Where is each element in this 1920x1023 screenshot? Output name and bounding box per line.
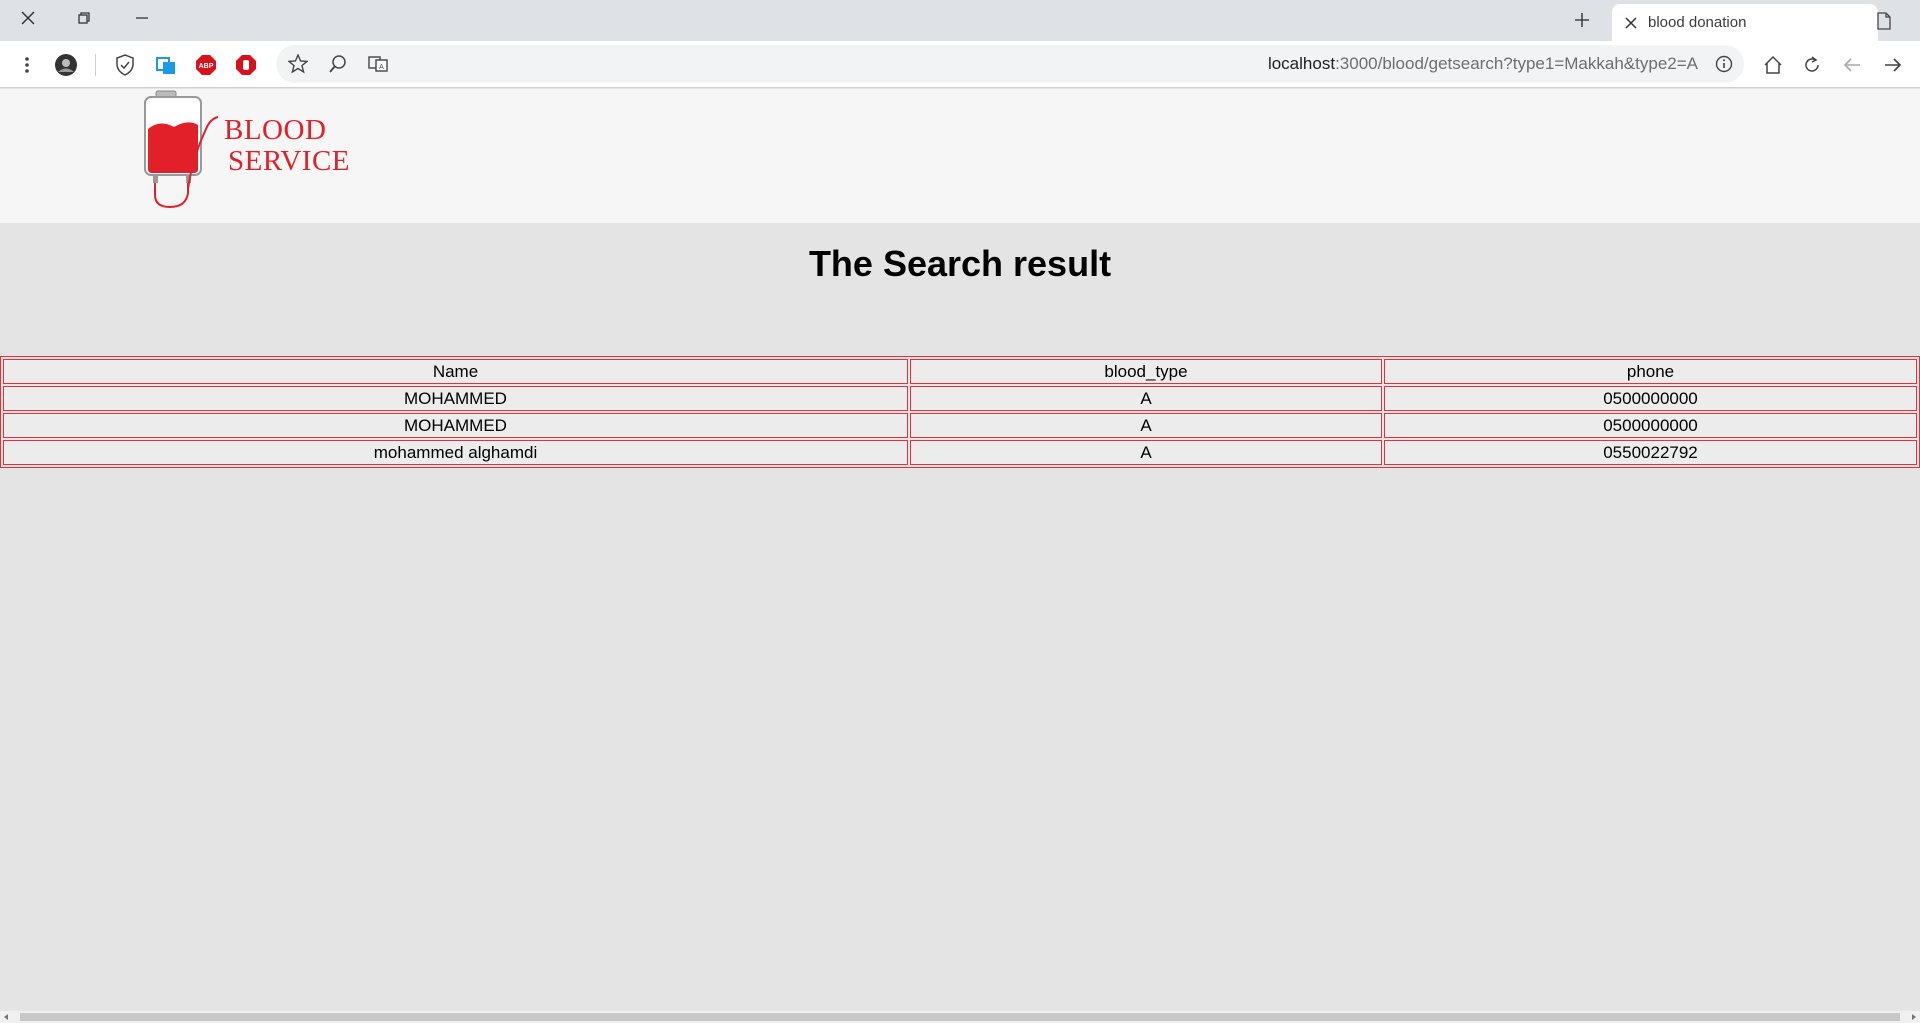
tab-close-button[interactable] xyxy=(1620,12,1642,34)
table-row: MOHAMMED A 0500000000 xyxy=(3,386,1917,411)
url-host: localhost xyxy=(1267,54,1336,73)
search-results-table: Name blood_type phone MOHAMMED A 0500000… xyxy=(0,356,1920,468)
table-header-row: Name blood_type phone xyxy=(3,359,1917,384)
address-bar[interactable]: A localhost:3000/blood/getsearch?type1=M… xyxy=(276,45,1744,83)
window-restore-button[interactable] xyxy=(56,0,112,36)
url-text[interactable]: localhost:3000/blood/getsearch?type1=Mak… xyxy=(1268,54,1698,74)
cell-phone: 0550022792 xyxy=(1384,440,1917,465)
forward-icon[interactable] xyxy=(1881,53,1905,77)
minimize-icon xyxy=(136,17,148,19)
toolbar-separator xyxy=(95,54,96,76)
home-icon[interactable] xyxy=(1761,53,1785,77)
close-icon xyxy=(21,11,35,25)
close-icon xyxy=(1625,16,1637,29)
svg-text:ABP: ABP xyxy=(199,63,214,70)
scrollbar-thumb[interactable] xyxy=(20,1013,1900,1021)
reload-icon[interactable] xyxy=(1800,53,1824,77)
column-header-name: Name xyxy=(3,359,908,384)
window-close-button[interactable] xyxy=(0,0,56,36)
cell-name: mohammed alghamdi xyxy=(3,440,908,465)
url-path: :3000/blood/getsearch?type1=Makkah&type2… xyxy=(1335,54,1698,73)
page-icon xyxy=(1874,10,1894,32)
cell-name: MOHAMMED xyxy=(3,386,908,411)
adblock-icon[interactable]: ABP xyxy=(194,53,218,77)
tab-strip: blood donation xyxy=(0,0,1920,41)
table-row: MOHAMMED A 0500000000 xyxy=(3,413,1917,438)
tab-title: blood donation xyxy=(1648,14,1747,31)
horizontal-scrollbar[interactable] xyxy=(0,1011,1920,1023)
browser-toolbar: ABP A localhost:3000/blood/getsearch?typ… xyxy=(0,41,1920,88)
star-icon[interactable] xyxy=(286,52,310,76)
zoom-icon[interactable] xyxy=(326,52,350,76)
blood-service-logo[interactable]: BLOOD SERVICE xyxy=(140,89,360,213)
cell-blood-type: A xyxy=(910,440,1382,465)
plus-icon xyxy=(1575,13,1589,27)
logo-line-service: SERVICE xyxy=(228,145,351,177)
site-header: BLOOD SERVICE xyxy=(0,89,1920,223)
logo-line-blood: BLOOD xyxy=(224,114,327,146)
menu-dots-icon[interactable] xyxy=(15,53,39,77)
window-minimize-button[interactable] xyxy=(114,0,170,36)
back-icon[interactable] xyxy=(1840,53,1864,77)
scroll-left-arrow-icon[interactable] xyxy=(4,1014,8,1020)
svg-text:A: A xyxy=(379,64,384,71)
page-title: The Search result xyxy=(808,243,1112,284)
cell-name: MOHAMMED xyxy=(3,413,908,438)
cell-blood-type: A xyxy=(910,413,1382,438)
scroll-right-arrow-icon[interactable] xyxy=(1912,1014,1916,1020)
logo-text: BLOOD SERVICE xyxy=(220,115,350,177)
column-header-phone: phone xyxy=(1384,359,1917,384)
cell-phone: 0500000000 xyxy=(1384,386,1917,411)
screenshot-extension-icon[interactable] xyxy=(154,53,178,77)
shield-icon[interactable] xyxy=(113,53,137,77)
translate-icon[interactable]: A xyxy=(366,52,390,76)
table-row: mohammed alghamdi A 0550022792 xyxy=(3,440,1917,465)
cell-phone: 0500000000 xyxy=(1384,413,1917,438)
tab-blood-donation[interactable]: blood donation xyxy=(1612,4,1878,41)
blood-bag-icon xyxy=(144,90,219,209)
profile-avatar-icon[interactable] xyxy=(54,53,78,77)
info-icon[interactable] xyxy=(1712,52,1736,76)
stop-hand-icon[interactable] xyxy=(234,53,258,77)
column-header-blood-type: blood_type xyxy=(910,359,1382,384)
restore-icon xyxy=(78,12,90,24)
cell-blood-type: A xyxy=(910,386,1382,411)
new-tab-button[interactable] xyxy=(1566,6,1598,34)
